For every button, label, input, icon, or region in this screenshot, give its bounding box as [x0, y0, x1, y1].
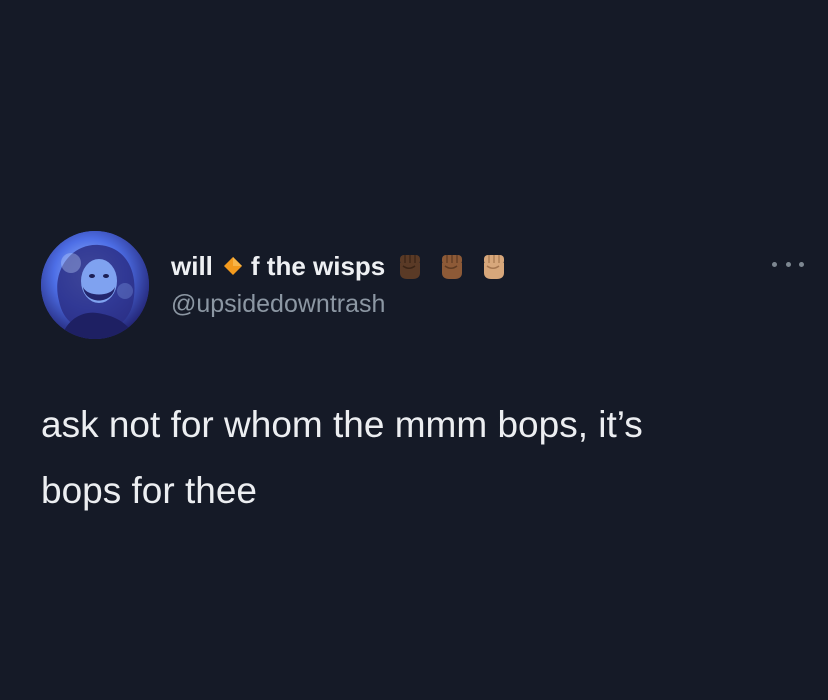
- dot: [785, 261, 791, 267]
- raised-fist-dark-skin-icon: [393, 249, 427, 283]
- raised-fist-light-skin-icon: [477, 249, 511, 283]
- display-name[interactable]: will f the wisps: [171, 248, 511, 284]
- more-options-icon[interactable]: [772, 258, 804, 270]
- tweet-text: ask not for whom the mmm bops, it’s bops…: [41, 392, 801, 524]
- tweet-text-line-1: ask not for whom the mmm bops, it’s: [41, 404, 643, 445]
- display-name-part2: f the wisps: [250, 250, 386, 281]
- user-handle[interactable]: @upsidedowntrash: [171, 290, 385, 319]
- display-name-part1: will: [171, 250, 213, 281]
- raised-fist-medium-dark-skin-icon: [435, 249, 469, 283]
- avatar-image: [41, 231, 149, 339]
- tweet-header: will f the wisps @upsidedowntrash: [171, 244, 828, 334]
- avatar[interactable]: [41, 231, 149, 339]
- dot: [772, 261, 777, 267]
- tweet-card: will f the wisps @upsidedowntrash ask no…: [0, 0, 828, 700]
- tweet-text-line-2: bops for thee: [41, 470, 257, 511]
- dot: [799, 261, 804, 267]
- orange-diamond-icon: [223, 257, 242, 275]
